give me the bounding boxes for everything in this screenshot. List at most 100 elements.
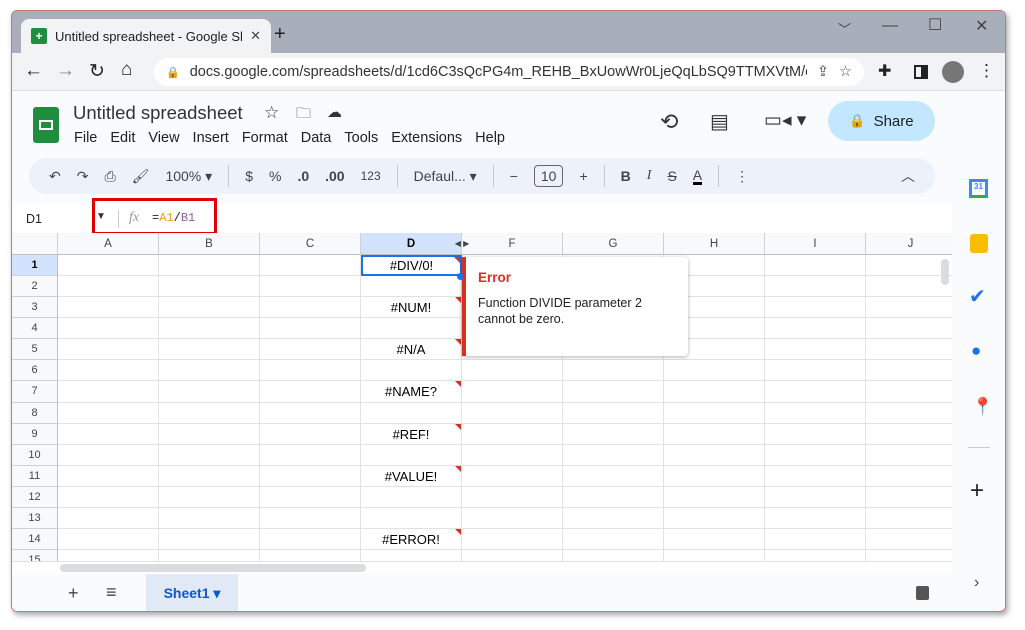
cell-g9[interactable] (563, 423, 664, 445)
currency-format-button[interactable]: $ (245, 168, 253, 184)
cell-a14[interactable] (58, 529, 159, 551)
cell-c6[interactable] (260, 360, 361, 382)
cell-i3[interactable] (765, 297, 866, 319)
move-folder-icon[interactable]: 🗀 (296, 103, 311, 128)
sheet-tab-sheet1[interactable]: Sheet1 ▾ (146, 574, 238, 611)
cell-i5[interactable] (765, 339, 866, 361)
reload-icon[interactable]: ↻ (89, 60, 105, 83)
profile-avatar[interactable] (942, 61, 964, 83)
cell-j6[interactable] (866, 360, 952, 382)
cell-h7[interactable] (664, 381, 765, 403)
cell-c1[interactable] (260, 255, 361, 277)
menu-view[interactable]: View (148, 130, 179, 146)
keep-icon[interactable] (970, 234, 988, 253)
cell-g6[interactable] (563, 360, 664, 382)
bold-icon[interactable]: B (621, 168, 631, 184)
row-header-4[interactable]: 4 (12, 318, 58, 340)
add-sheet-icon[interactable]: + (68, 583, 79, 604)
cell-d13[interactable] (361, 507, 462, 530)
cell-b12[interactable] (159, 486, 260, 508)
cell-b11[interactable] (159, 465, 260, 487)
cell-d14[interactable]: #ERROR! (361, 529, 462, 551)
maximize-icon[interactable]: ☐ (928, 15, 942, 35)
cell-g13[interactable] (563, 507, 664, 530)
cell-j12[interactable] (866, 487, 952, 508)
close-window-icon[interactable]: ✕ (975, 16, 988, 36)
row-header-7[interactable]: 7 (12, 381, 58, 403)
cell-j15[interactable] (866, 550, 952, 561)
cell-i7[interactable] (765, 381, 866, 403)
menu-insert[interactable]: Insert (193, 130, 229, 146)
cell-j14[interactable] (866, 529, 952, 551)
cell-h12[interactable] (664, 486, 765, 508)
cell-a3[interactable] (58, 297, 159, 319)
cell-a10[interactable] (58, 444, 159, 466)
calendar-icon[interactable]: 31 (969, 179, 988, 198)
row-header-8[interactable]: 8 (12, 402, 58, 424)
cell-b15[interactable] (159, 550, 260, 561)
cell-j10[interactable] (866, 445, 952, 466)
column-header-j[interactable]: J (866, 233, 952, 255)
select-all-corner[interactable] (12, 233, 58, 255)
cell-i9[interactable] (765, 423, 866, 445)
cell-h8[interactable] (664, 402, 765, 424)
cell-c4[interactable] (260, 318, 361, 340)
cell-d9[interactable]: #REF! (361, 423, 462, 445)
cell-i8[interactable] (765, 402, 866, 424)
cell-g12[interactable] (563, 486, 664, 508)
side-panel-icon[interactable] (914, 65, 928, 79)
cell-c9[interactable] (260, 423, 361, 445)
cell-i6[interactable] (765, 360, 866, 382)
cell-c7[interactable] (260, 381, 361, 403)
cell-d12[interactable] (361, 486, 462, 508)
more-formats-button[interactable]: 123 (361, 169, 381, 183)
bookmark-star-icon[interactable]: ☆ (839, 64, 852, 80)
expand-panel-icon[interactable]: › (974, 574, 979, 592)
increase-font-size-icon[interactable]: + (579, 168, 587, 184)
cell-c2[interactable] (260, 276, 361, 298)
cell-d15[interactable] (361, 550, 462, 561)
cell-j7[interactable] (866, 381, 952, 403)
column-header-f[interactable]: F (462, 233, 563, 255)
cell-d11[interactable]: #VALUE! (361, 465, 462, 487)
cell-f10[interactable] (462, 444, 563, 466)
row-header-9[interactable]: 9 (12, 423, 58, 445)
browser-menu-icon[interactable]: ⋮ (978, 61, 995, 81)
cell-i15[interactable] (765, 550, 866, 561)
cell-h6[interactable] (664, 360, 765, 382)
cell-i11[interactable] (765, 465, 866, 487)
cell-g10[interactable] (563, 444, 664, 466)
all-sheets-icon[interactable]: ≡ (106, 582, 117, 603)
name-box[interactable]: D1 (26, 212, 42, 226)
row-header-11[interactable]: 11 (12, 465, 58, 487)
cell-f12[interactable] (462, 486, 563, 508)
horizontal-scrollbar[interactable] (12, 561, 952, 574)
cell-h13[interactable] (664, 507, 765, 530)
font-size-input[interactable]: 10 (533, 165, 564, 187)
font-select[interactable]: Defaul... ▾ (414, 168, 477, 185)
cell-j2[interactable] (866, 276, 952, 298)
cell-h15[interactable] (664, 550, 765, 561)
cell-c3[interactable] (260, 297, 361, 319)
maps-icon[interactable]: 📍 (972, 397, 993, 417)
selection-handle[interactable] (457, 273, 464, 280)
extensions-icon[interactable]: ✚ (878, 61, 891, 81)
cell-a15[interactable] (58, 550, 159, 561)
cell-f9[interactable] (462, 423, 563, 445)
cell-b1[interactable] (159, 255, 260, 277)
contacts-icon[interactable]: ● (971, 341, 981, 361)
spreadsheet-grid[interactable]: A B C D F G H I J ◀ ▶ 1 #DIV/0! 2 3 #NUM! 4 5 #N/A 6 7 #NAME… (12, 233, 952, 561)
cell-a5[interactable] (58, 339, 159, 361)
home-icon[interactable]: ⌂ (121, 59, 132, 81)
cell-a1[interactable] (58, 255, 159, 277)
cell-j1[interactable] (866, 255, 952, 277)
percent-format-button[interactable]: % (269, 168, 281, 184)
new-tab-icon[interactable]: + (274, 23, 286, 46)
italic-icon[interactable]: I (647, 168, 652, 184)
zoom-select[interactable]: 100% ▾ (165, 168, 212, 185)
cell-i4[interactable] (765, 318, 866, 340)
cell-a11[interactable] (58, 465, 159, 487)
tasks-icon[interactable]: ✔ (969, 284, 986, 309)
meet-icon[interactable]: ▭◂ ▾ (764, 109, 806, 132)
more-options-icon[interactable]: ⋮ (735, 168, 749, 185)
